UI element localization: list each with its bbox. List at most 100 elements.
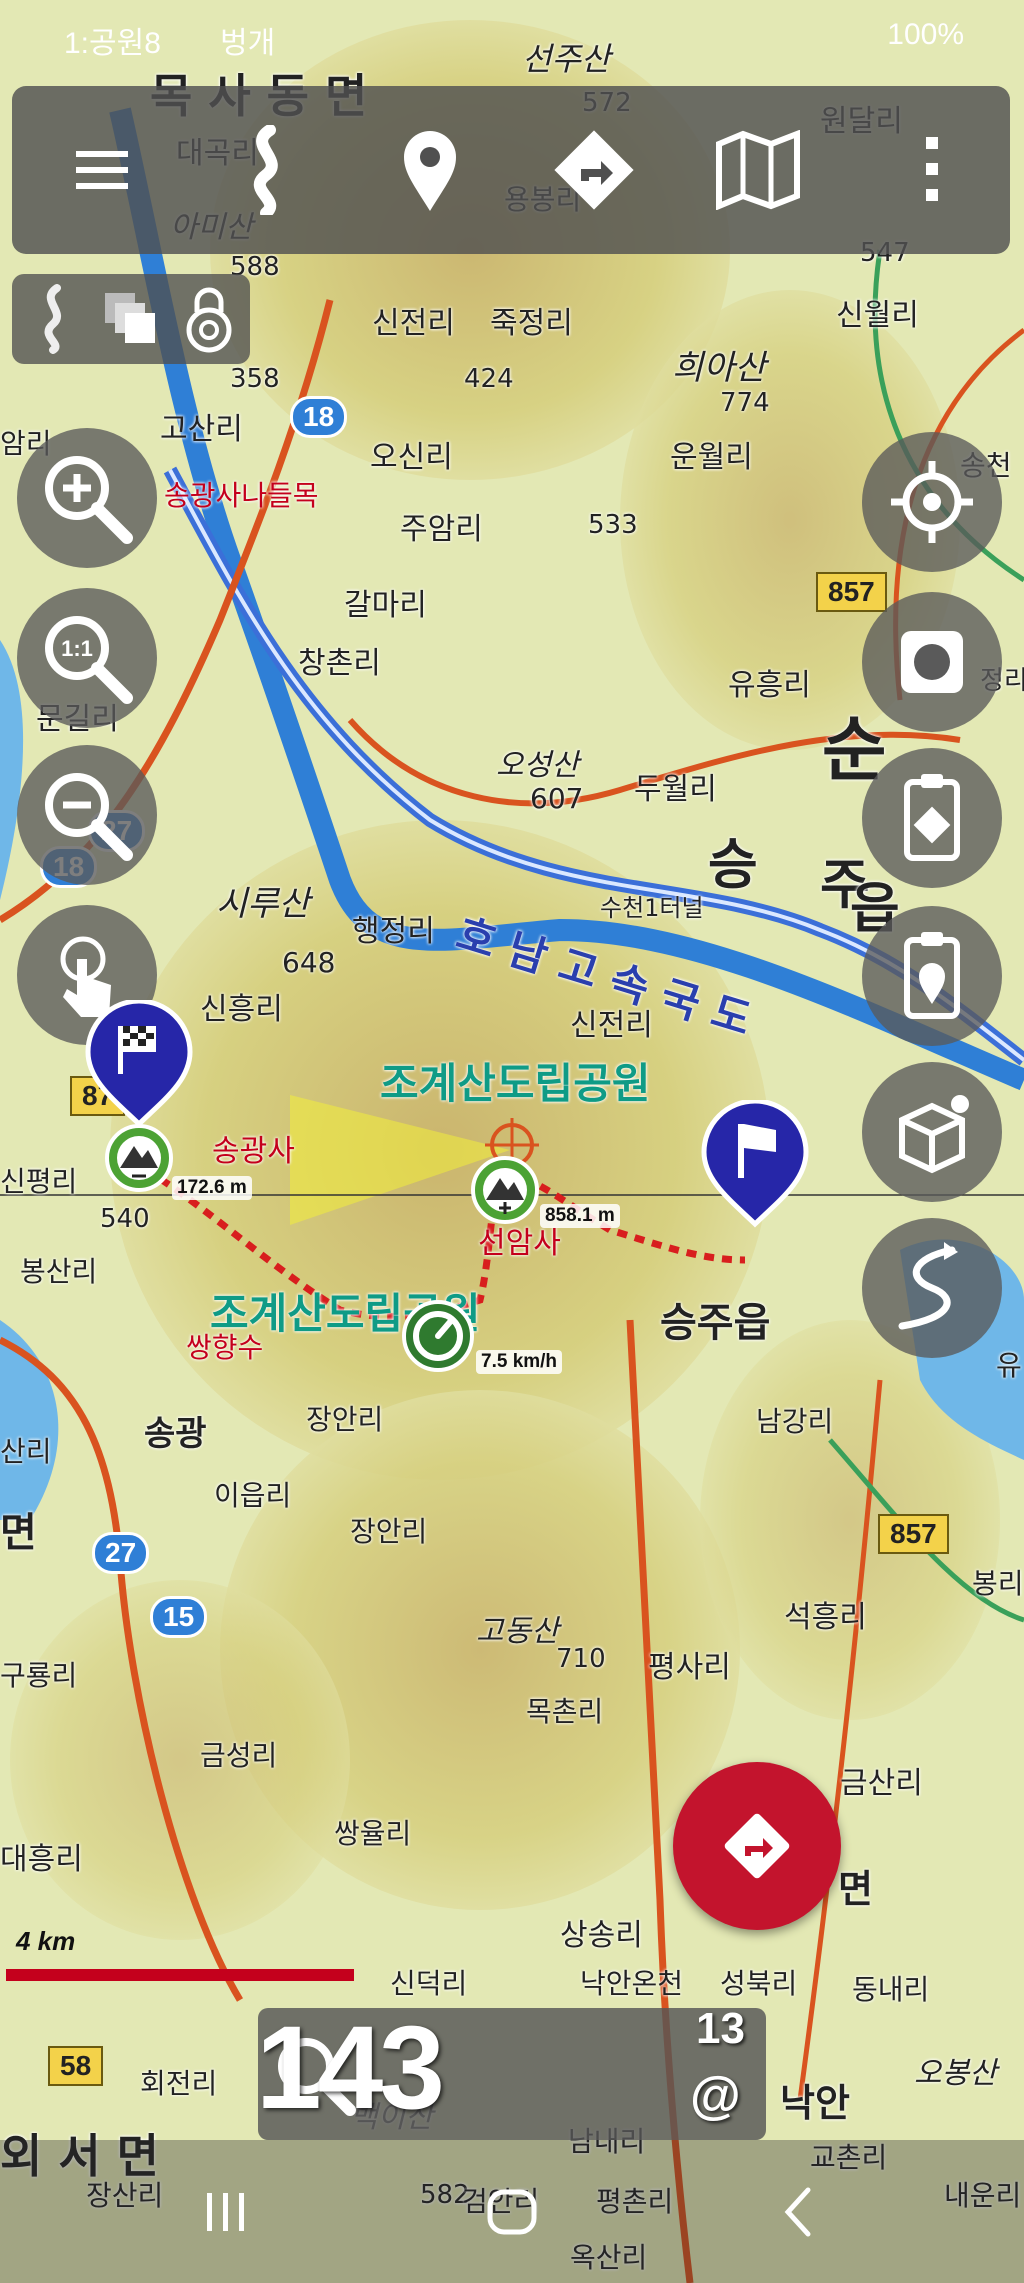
map-place-label: 오성산 xyxy=(496,748,579,783)
map-place-label: 신덕리 xyxy=(390,1967,468,2000)
map-place-label: 봉산리 xyxy=(20,1255,98,1288)
map-place-label: 신평리 xyxy=(0,1165,78,1198)
gps-crosshair-icon xyxy=(891,461,973,543)
map-place-label: 710 xyxy=(556,1644,606,1674)
map-place-label: 승 xyxy=(708,833,758,896)
map-place-label: 석흥리 xyxy=(784,1600,867,1635)
map-place-label: 동내리 xyxy=(852,1973,930,2006)
zoom-out-icon xyxy=(45,773,133,861)
map-place-label: 오신리 xyxy=(370,440,453,475)
svg-text:1:1: 1:1 xyxy=(61,636,93,661)
map-place-label: 창촌리 xyxy=(298,646,381,681)
navigate-fab-button[interactable] xyxy=(673,1762,841,1930)
home-icon[interactable] xyxy=(442,2140,582,2283)
record-stop-button[interactable] xyxy=(862,592,1002,732)
map-place-label: 고동산 xyxy=(476,1614,559,1649)
map-place-label: 희아산 xyxy=(672,348,766,388)
map-place-label: 승주읍 xyxy=(660,1300,771,1346)
map-place-label: 송광 xyxy=(144,1414,207,1454)
speed-unit-symbol: @ xyxy=(690,2067,741,2125)
start-flag-marker[interactable] xyxy=(700,1100,810,1250)
road-shield: 15 xyxy=(150,1596,208,1638)
map-place-label: 주암리 xyxy=(400,512,483,547)
map-place-label: 송광사나들목 xyxy=(164,479,319,512)
route-icon[interactable] xyxy=(206,86,326,254)
map-place-label: 장안리 xyxy=(306,1403,384,1436)
map-place-label: 봉리 xyxy=(972,1567,1024,1600)
pin-clipboard-button[interactable] xyxy=(862,906,1002,1046)
map-place-label: 유흥리 xyxy=(728,668,811,703)
road-shield: 27 xyxy=(92,1532,150,1574)
map-place-label: 평사리 xyxy=(648,1650,731,1685)
poi-pin-icon[interactable] xyxy=(370,86,490,254)
record-stop-icon xyxy=(901,631,963,693)
winding-road-button[interactable] xyxy=(862,1218,1002,1358)
map-place-label: 금성리 xyxy=(200,1739,278,1772)
map-place-label: 607 xyxy=(530,782,584,815)
map-place-label: 오봉산 xyxy=(914,2056,997,2091)
status-time: 1:공원8 xyxy=(64,27,161,60)
zoom-out-button[interactable] xyxy=(17,745,157,885)
waypoint-add-marker[interactable] xyxy=(465,1150,545,1230)
map-place-label: 운월리 xyxy=(670,440,753,475)
winding-road-icon xyxy=(898,1242,958,1330)
map-place-label: 송광사 xyxy=(212,1134,295,1169)
road-shield: 857 xyxy=(878,1514,949,1554)
more-vert-icon[interactable] xyxy=(892,86,972,254)
map-place-label: 낙안 xyxy=(780,2081,850,2125)
route-clipboard-button[interactable] xyxy=(862,748,1002,888)
map-place-label: 이읍리 xyxy=(214,1479,292,1512)
map-place-label: 신흥리 xyxy=(200,992,283,1027)
map-place-label: 남강리 xyxy=(756,1405,834,1438)
zoom-in-button[interactable] xyxy=(17,428,157,568)
map-place-label: 회전리 xyxy=(140,2067,218,2100)
3d-view-button[interactable] xyxy=(862,1062,1002,1202)
distance-label-right: 858.1 m xyxy=(540,1204,620,1228)
road-shield: 58 xyxy=(48,2046,104,2086)
overlay-stack-icon[interactable] xyxy=(92,274,170,364)
map-place-label: 죽정리 xyxy=(490,306,573,341)
map-place-label: 수천1터널 xyxy=(600,894,704,922)
map-place-label: 금산리 xyxy=(840,1766,923,1801)
map-place-label: 성북리 xyxy=(720,1967,798,2000)
map-place-label: 774 xyxy=(720,388,770,418)
directions-icon[interactable] xyxy=(534,86,654,254)
status-bar: 1:공원8 벙개 100% xyxy=(0,0,1024,72)
back-icon[interactable] xyxy=(728,2140,868,2283)
status-battery: 100% xyxy=(887,18,964,51)
zoom-in-icon xyxy=(45,456,133,544)
map-place-label: 면 xyxy=(0,1510,37,1556)
map-place-label: 신전리 xyxy=(372,306,455,341)
clipboard-pin-icon xyxy=(904,932,960,1019)
menu-icon[interactable] xyxy=(42,86,162,254)
zoom-1to1-icon: 1:1 xyxy=(45,616,133,704)
finish-flag-marker[interactable] xyxy=(84,1000,194,1200)
scale-label: 4 km xyxy=(16,1926,76,1956)
gps-locate-button[interactable] xyxy=(862,432,1002,572)
map-place-label: 쌍율리 xyxy=(334,1817,412,1850)
map-place-label: 갈마리 xyxy=(344,588,427,623)
map-place-label: 면 xyxy=(838,1867,873,1911)
map-place-label: 신월리 xyxy=(836,298,919,333)
map-place-label: 648 xyxy=(282,946,336,979)
speed-superscript: 13 xyxy=(696,2004,745,2053)
map-place-label: 358 xyxy=(230,364,280,394)
map-place-label: 장안리 xyxy=(350,1515,428,1548)
lock-target-icon[interactable] xyxy=(170,274,248,364)
map-place-label: 두월리 xyxy=(634,772,717,807)
3d-box-icon xyxy=(899,1095,969,1174)
map-place-label: 조계산도립공원 xyxy=(380,1059,651,1108)
map-place-label: 유 xyxy=(996,1349,1022,1382)
scale-bar xyxy=(6,1969,354,1981)
map-layers-icon[interactable] xyxy=(698,86,818,254)
map-place-label: 구룡리 xyxy=(0,1659,78,1692)
map-place-label: 상송리 xyxy=(560,1918,643,1953)
secondary-toolbar xyxy=(12,274,250,364)
track-icon[interactable] xyxy=(14,274,92,364)
road-shield: 18 xyxy=(290,396,348,438)
recent-apps-icon[interactable] xyxy=(156,2140,296,2283)
zoom-1to1-button[interactable]: 1:1 xyxy=(17,588,157,728)
speed-gauge-marker[interactable] xyxy=(398,1296,478,1376)
map-place-label: 540 xyxy=(100,1204,150,1234)
clipboard-route-icon xyxy=(904,774,960,861)
